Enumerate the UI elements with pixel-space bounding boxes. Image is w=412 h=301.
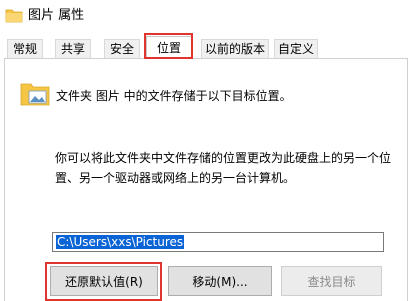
tab-customize[interactable]: 自定义 xyxy=(274,39,318,58)
tab-location[interactable]: 位置 xyxy=(146,36,192,59)
tab-previous-versions[interactable]: 以前的版本 xyxy=(201,39,269,58)
folder-icon xyxy=(5,9,23,23)
tab-sharing[interactable]: 共享 xyxy=(55,39,91,58)
tab-strip: 常规 共享 安全 位置 以前的版本 自定义 xyxy=(0,36,412,59)
location-path-value: C:\Users\xxs\Pictures xyxy=(56,235,185,249)
folder-pictures-icon xyxy=(20,83,50,106)
location-description-top: 文件夹 图片 中的文件存储于以下目标位置。 xyxy=(56,89,292,103)
tab-general[interactable]: 常规 xyxy=(7,39,43,58)
restore-default-button[interactable]: 还原默认值(R) xyxy=(50,266,158,296)
window-title: 图片 属性 xyxy=(28,8,85,23)
move-button[interactable]: 移动(M)... xyxy=(168,266,272,296)
title-bar: 图片 属性 xyxy=(0,0,412,32)
find-target-button[interactable]: 查找目标 xyxy=(281,266,382,296)
location-path-field[interactable]: C:\Users\xxs\Pictures xyxy=(52,232,384,252)
location-description-bottom: 你可以将此文件夹中文件存储的位置更改为此硬盘上的另一个位置、另一个驱动器或网络上… xyxy=(55,151,392,185)
tab-security[interactable]: 安全 xyxy=(104,39,140,58)
